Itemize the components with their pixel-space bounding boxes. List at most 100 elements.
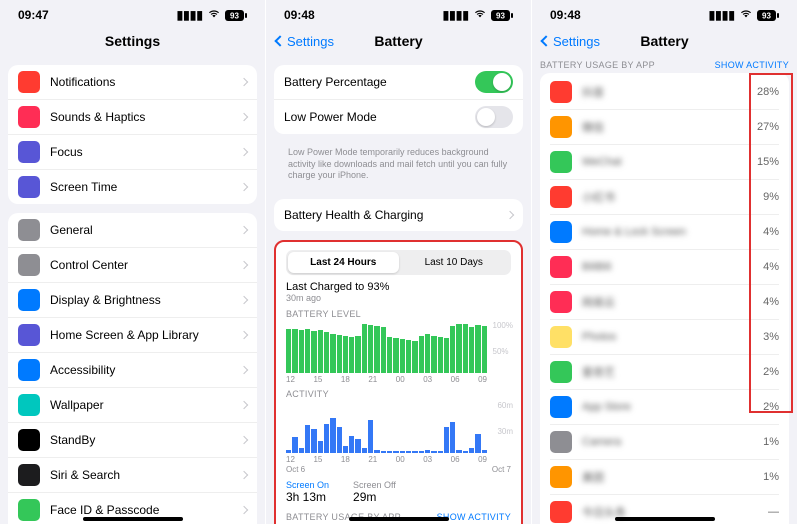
row-label: Home Screen & App Library [50, 328, 241, 342]
wifi-icon [473, 8, 487, 22]
svg-text:93: 93 [496, 11, 505, 20]
app-icon [550, 361, 572, 383]
row-label: Siri & Search [50, 468, 241, 482]
row-label: Battery Health & Charging [284, 208, 507, 222]
settings-row-home-screen-app-library[interactable]: Home Screen & App Library [8, 317, 257, 352]
chevron-right-icon [240, 436, 248, 444]
home-indicator[interactable] [615, 517, 715, 521]
battery-content[interactable]: Battery Percentage Low Power Mode Low Po… [266, 56, 531, 524]
app-usage-row[interactable]: Photos3% [550, 319, 779, 354]
settings-row-accessibility[interactable]: Accessibility [8, 352, 257, 387]
app-icon [550, 291, 572, 313]
app-icon [550, 81, 572, 103]
battery-level-header: BATTERY LEVEL [286, 309, 511, 319]
app-icon [550, 501, 572, 523]
settings-icon [18, 394, 40, 416]
chevron-right-icon [240, 401, 248, 409]
settings-icon [18, 71, 40, 93]
time-range-segment[interactable]: Last 24 Hours Last 10 Days [286, 250, 511, 275]
app-usage-row[interactable]: 网易云4% [550, 284, 779, 319]
settings-icon [18, 106, 40, 128]
settings-row-notifications[interactable]: Notifications [8, 65, 257, 99]
settings-icon [18, 359, 40, 381]
app-usage-row[interactable]: Home & Lock Screen4% [550, 214, 779, 249]
settings-row-wallpaper[interactable]: Wallpaper [8, 387, 257, 422]
low-power-toggle[interactable] [475, 106, 513, 128]
seg-10d[interactable]: Last 10 Days [399, 252, 510, 273]
low-power-row[interactable]: Low Power Mode [274, 99, 523, 134]
chevron-right-icon [240, 296, 248, 304]
status-time: 09:47 [18, 8, 49, 22]
settings-icon [18, 141, 40, 163]
status-bar: 09:48 ▮▮▮▮ 93 [532, 0, 797, 26]
row-label: Low Power Mode [284, 110, 475, 124]
settings-icon [18, 324, 40, 346]
battery-health-row[interactable]: Battery Health & Charging [274, 199, 523, 231]
settings-row-screen-time[interactable]: Screen Time [8, 169, 257, 204]
settings-icon [18, 176, 40, 198]
status-right: ▮▮▮▮ 93 [443, 8, 513, 22]
back-button[interactable]: Settings [276, 34, 334, 49]
app-icon [550, 396, 572, 418]
chevron-right-icon [240, 331, 248, 339]
settings-icon [18, 254, 40, 276]
settings-row-control-center[interactable]: Control Center [8, 247, 257, 282]
settings-list[interactable]: NotificationsSounds & Haptics Focus Screen… [0, 56, 265, 524]
back-label: Settings [553, 34, 600, 49]
chevron-right-icon [506, 211, 514, 219]
app-icon [550, 256, 572, 278]
battery-percentage-row[interactable]: Battery Percentage [274, 65, 523, 99]
screen-on-value: 3h 13m [286, 490, 329, 504]
settings-icon [18, 219, 40, 241]
settings-row-focus[interactable]: Focus [8, 134, 257, 169]
chevron-left-icon [274, 35, 285, 46]
app-usage-row[interactable]: 微信27% [550, 109, 779, 144]
page-title: Battery [374, 33, 422, 49]
app-name: 美团 [582, 469, 745, 485]
settings-group-2: GeneralControl CenterDisplay & Brightnes… [8, 213, 257, 524]
app-name: App Store [582, 401, 745, 413]
row-label: Focus [50, 145, 241, 159]
app-name: WeChat [582, 156, 745, 168]
apps-list: 抖音28%微信27%WeChat15%小红书9%Home & Lock Scre… [540, 73, 789, 524]
app-name: 微信 [582, 119, 745, 135]
apps-list-scroll[interactable]: BATTERY USAGE BY APP SHOW ACTIVITY 抖音28%… [532, 56, 797, 524]
settings-row-siri-search[interactable]: Siri & Search [8, 457, 257, 492]
settings-row-general[interactable]: General [8, 213, 257, 247]
status-right: ▮▮▮▮ 93 [177, 8, 247, 22]
app-usage-row[interactable]: App Store2% [550, 389, 779, 424]
app-icon [550, 221, 572, 243]
battery-icon: 93 [491, 10, 513, 21]
nav-bar: Settings [0, 26, 265, 56]
home-indicator[interactable] [349, 517, 449, 521]
home-indicator[interactable] [83, 517, 183, 521]
screen-time-stats: Screen On 3h 13m Screen Off 29m [286, 480, 511, 504]
activity-chart: 60m30m 1215182100030609 [286, 401, 511, 463]
app-usage-row[interactable]: BiliBili4% [550, 249, 779, 284]
seg-24h[interactable]: Last 24 Hours [288, 252, 399, 273]
back-button[interactable]: Settings [542, 34, 600, 49]
app-usage-row[interactable]: 小红书9% [550, 179, 779, 214]
wifi-icon [739, 8, 753, 22]
app-usage-row[interactable]: Camera1% [550, 424, 779, 459]
app-usage-row[interactable]: 抖音28% [550, 75, 779, 109]
row-label: Face ID & Passcode [50, 503, 241, 517]
percent-highlight [749, 73, 793, 413]
page-title: Settings [105, 33, 160, 49]
settings-row-sounds-haptics[interactable]: Sounds & Haptics [8, 99, 257, 134]
settings-icon [18, 499, 40, 521]
nav-bar: Settings Battery [266, 26, 531, 56]
row-label: StandBy [50, 433, 241, 447]
settings-row-display-brightness[interactable]: Display & Brightness [8, 282, 257, 317]
app-usage-row[interactable]: WeChat15% [550, 144, 779, 179]
app-usage-row[interactable]: 美团1% [550, 459, 779, 494]
battery-percentage-toggle[interactable] [475, 71, 513, 93]
health-group: Battery Health & Charging [274, 199, 523, 231]
app-usage-row[interactable]: 爱奇艺2% [550, 354, 779, 389]
status-time: 09:48 [284, 8, 315, 22]
settings-row-standby[interactable]: StandBy [8, 422, 257, 457]
last-charged: Last Charged to 93% [286, 281, 511, 293]
app-name: Photos [582, 331, 745, 343]
show-activity-button[interactable]: SHOW ACTIVITY [715, 60, 789, 70]
status-time: 09:48 [550, 8, 581, 22]
